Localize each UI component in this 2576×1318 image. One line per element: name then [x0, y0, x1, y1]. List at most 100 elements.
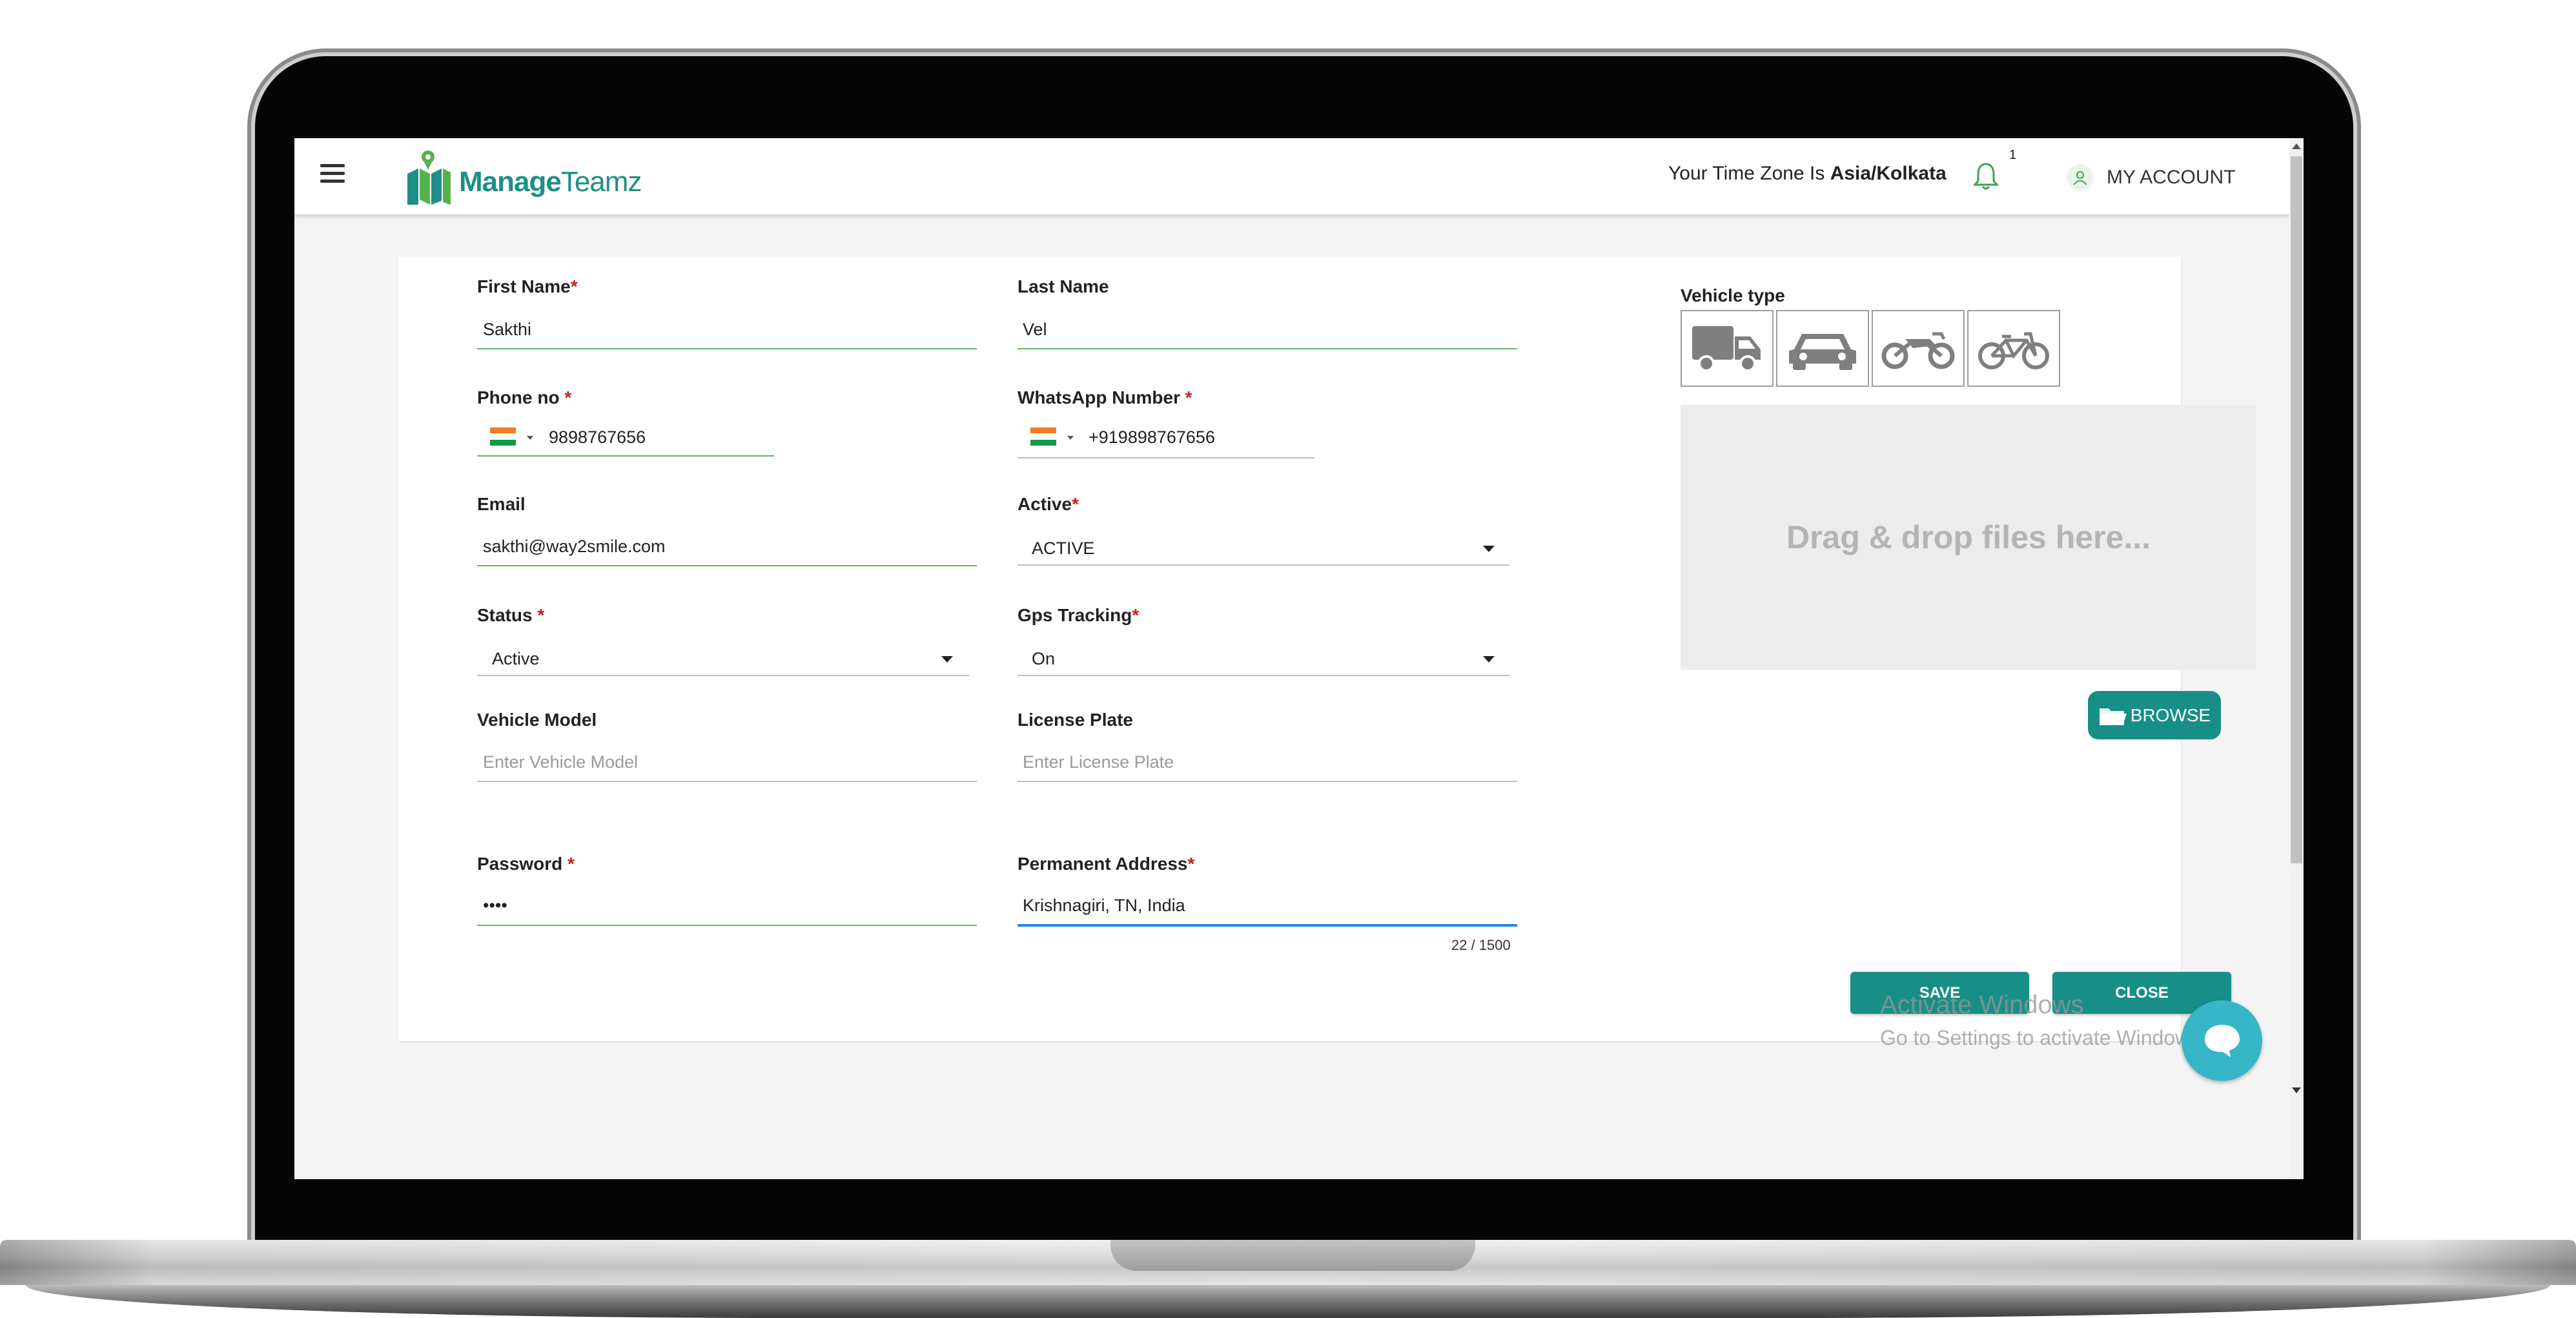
top-navbar: ManageTeamz Your Time Zone Is Asia/Kolka… — [294, 138, 2289, 214]
vehicle-model-underline — [477, 781, 977, 782]
windows-watermark-subtitle: Go to Settings to activate Windows. — [1880, 1026, 2207, 1049]
vertical-scrollbar[interactable] — [2289, 138, 2304, 1179]
country-dropdown-icon[interactable] — [527, 436, 533, 440]
address-label: Permanent Address* — [1017, 854, 1194, 874]
map-logo-icon — [407, 150, 451, 205]
gps-label: Gps Tracking* — [1017, 605, 1139, 626]
vehicle-model-input[interactable]: Enter Vehicle Model — [483, 752, 638, 772]
status-label-text: Status — [477, 605, 538, 625]
chevron-down-icon[interactable] — [1483, 656, 1495, 663]
vehicle-type-bicycle[interactable] — [1967, 310, 2060, 387]
active-label-text: Active — [1017, 494, 1072, 514]
my-account-button[interactable]: MY ACCOUNT — [2067, 164, 2235, 191]
password-underline — [477, 925, 977, 926]
first-name-underline — [477, 348, 977, 349]
close-label: CLOSE — [2115, 983, 2169, 1002]
phone-underline — [477, 455, 774, 457]
whatsapp-label: WhatsApp Number * — [1017, 387, 1192, 408]
active-underline — [1017, 564, 1509, 566]
required-mark: * — [1185, 387, 1192, 407]
timezone-label: Your Time Zone Is Asia/Kolkata — [1668, 163, 1947, 185]
timezone-value: Asia/Kolkata — [1830, 163, 1947, 184]
notification-count: 1 — [2009, 148, 2017, 162]
vehicle-model-label-text: Vehicle Model — [477, 710, 597, 730]
bell-icon[interactable] — [1973, 161, 1999, 191]
file-dropzone[interactable]: Drag & drop files here... — [1681, 405, 2256, 670]
email-underline — [477, 565, 977, 566]
address-label-text: Permanent Address — [1017, 854, 1188, 874]
dropzone-text: Drag & drop files here... — [1786, 519, 2151, 555]
user-icon — [2067, 164, 2094, 191]
app-name-bold: Manage — [459, 166, 562, 198]
password-label-text: Password — [477, 854, 568, 874]
license-plate-label: License Plate — [1017, 710, 1133, 730]
vehicle-type-car[interactable] — [1776, 310, 1869, 387]
gps-select[interactable]: On — [1032, 649, 1055, 669]
required-mark: * — [564, 387, 572, 407]
license-plate-underline — [1017, 781, 1517, 782]
browse-label: BROWSE — [2130, 705, 2211, 725]
scroll-up-icon[interactable] — [2292, 143, 2301, 149]
vehicle-type-motorbike[interactable] — [1872, 310, 1965, 387]
required-mark: * — [1132, 605, 1140, 625]
status-label: Status * — [477, 605, 544, 626]
scrollbar-thumb[interactable] — [2291, 156, 2302, 863]
laptop-notch — [1110, 1240, 1475, 1271]
my-account-label: MY ACCOUNT — [2107, 167, 2236, 188]
india-flag-icon[interactable] — [1030, 427, 1056, 446]
whatsapp-input[interactable]: +919898767656 — [1089, 427, 1215, 448]
last-name-label: Last Name — [1017, 276, 1109, 297]
app-name: ManageTeamz — [459, 166, 642, 198]
required-mark: * — [1187, 854, 1195, 874]
bicycle-icon — [1978, 332, 2049, 369]
india-flag-icon[interactable] — [490, 427, 516, 446]
scroll-down-icon[interactable] — [2292, 1087, 2301, 1093]
required-mark: * — [1072, 494, 1079, 514]
whatsapp-label-text: WhatsApp Number — [1017, 387, 1185, 407]
chevron-down-icon[interactable] — [941, 656, 953, 663]
gps-label-text: Gps Tracking — [1017, 605, 1132, 625]
email-label: Email — [477, 494, 526, 515]
vehicle-model-label: Vehicle Model — [477, 710, 597, 730]
active-label: Active* — [1017, 494, 1079, 515]
country-dropdown-icon[interactable] — [1067, 436, 1074, 440]
license-plate-input[interactable]: Enter License Plate — [1023, 752, 1174, 772]
phone-label: Phone no * — [477, 387, 571, 408]
timezone-prefix: Your Time Zone Is — [1668, 163, 1830, 184]
laptop-foot — [26, 1285, 2550, 1318]
first-name-label-text: First Name — [477, 276, 571, 296]
chat-button[interactable] — [2182, 1000, 2262, 1081]
license-plate-label-text: License Plate — [1017, 710, 1133, 730]
chat-bubble-icon — [2204, 1024, 2240, 1057]
email-input[interactable]: sakthi@way2smile.com — [483, 537, 666, 557]
windows-watermark-title: Activate Windows — [1880, 991, 2084, 1019]
vehicle-type-truck[interactable] — [1681, 310, 1774, 387]
required-mark: * — [567, 854, 575, 874]
folder-icon — [2099, 708, 2127, 725]
password-input[interactable]: •••• — [483, 896, 507, 916]
address-input[interactable]: Krishnagiri, TN, India — [1023, 896, 1185, 916]
motorbike-icon — [1881, 332, 1955, 369]
status-select[interactable]: Active — [492, 649, 540, 669]
menu-icon[interactable] — [320, 164, 345, 183]
required-mark: * — [537, 605, 545, 625]
address-char-counter: 22 / 1500 — [1451, 937, 1511, 953]
phone-input[interactable]: 9898767656 — [549, 427, 646, 448]
last-name-label-text: Last Name — [1017, 276, 1109, 296]
app-name-rest: Teamz — [560, 166, 642, 198]
chevron-down-icon[interactable] — [1483, 546, 1495, 552]
last-name-underline — [1017, 348, 1517, 349]
browse-button[interactable]: BROWSE — [2088, 691, 2221, 739]
first-name-input[interactable]: Sakthi — [483, 320, 531, 340]
car-icon — [1789, 333, 1856, 370]
active-select[interactable]: ACTIVE — [1032, 539, 1095, 559]
vehicle-type-label: Vehicle type — [1681, 285, 1785, 305]
whatsapp-underline — [1017, 457, 1314, 458]
email-label-text: Email — [477, 494, 526, 514]
app-screen: ManageTeamz Your Time Zone Is Asia/Kolka… — [294, 138, 2304, 1179]
last-name-input[interactable]: Vel — [1023, 320, 1047, 340]
gps-underline — [1017, 675, 1509, 676]
address-underline — [1017, 924, 1517, 927]
app-logo[interactable]: ManageTeamz — [404, 145, 642, 206]
driver-form-card: First Name * Sakthi Last Name Vel Phone n… — [398, 256, 2256, 1041]
